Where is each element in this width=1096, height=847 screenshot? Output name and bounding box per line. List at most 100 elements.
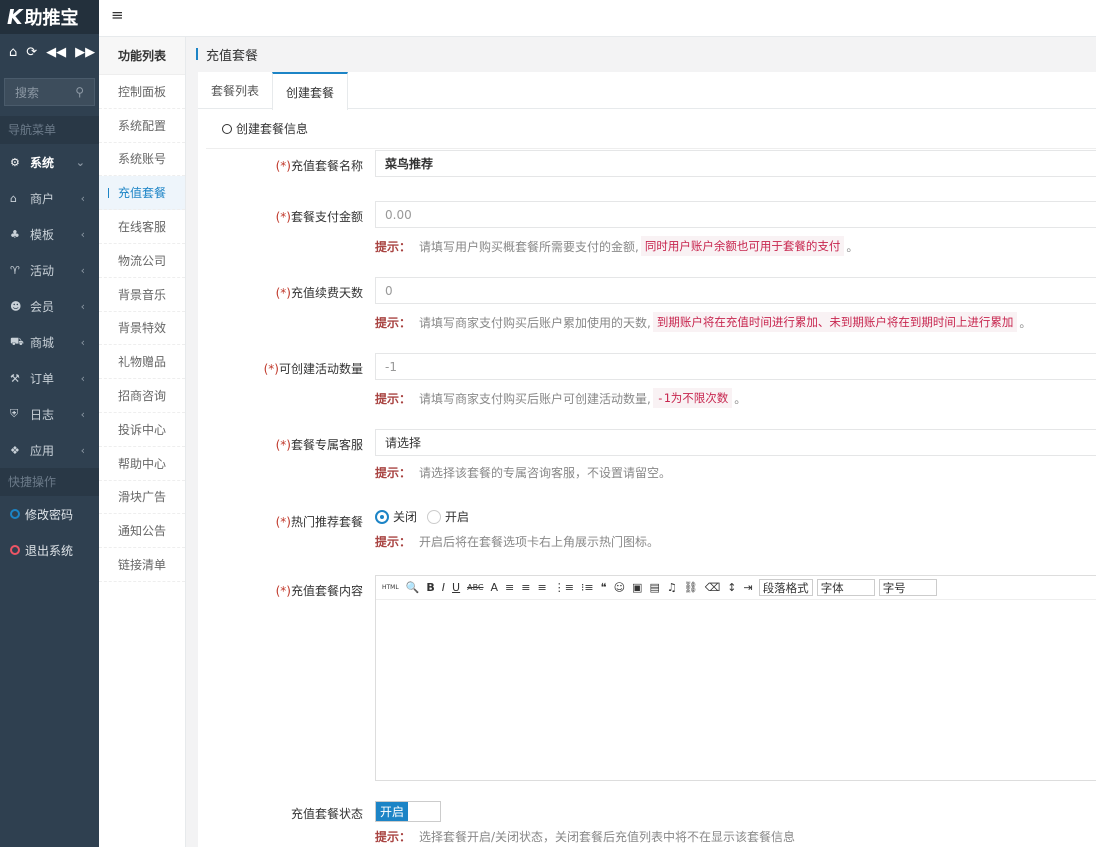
indent-icon[interactable]: ⇥ xyxy=(741,581,754,594)
refresh-icon[interactable]: ⟳ xyxy=(26,45,37,60)
align-right-icon[interactable]: ≡ xyxy=(535,581,548,594)
forward-icon[interactable]: ▶▶ xyxy=(75,45,95,60)
section-title: 创建套餐信息 xyxy=(236,122,309,136)
backward-icon[interactable]: ◀◀ xyxy=(46,45,66,60)
function-item-10[interactable]: 投诉中心 xyxy=(99,413,185,447)
cubes-icon: ❖ xyxy=(10,443,20,457)
hot-hint: 提示： 开启后将在套餐选项卡右上角展示热门图标。 xyxy=(375,535,660,549)
days-hint: 提示： 请填写商家支付购买后账户累加使用的天数, 到期账户将在充值时间进行累加、未到… xyxy=(375,312,1031,332)
rich-text-editor[interactable]: HTML 🔍 B I U ABC A ≡ ≡ ≡ ⋮≡ ⁝≡ ❝ ☺ ▣ ▤ ♫… xyxy=(375,575,1096,781)
logo-mark: K xyxy=(7,5,23,29)
sidebar-item-2[interactable]: ♣ 模板 ‹ xyxy=(0,216,99,252)
trophy-icon: ♈ xyxy=(10,263,20,277)
function-item-7[interactable]: 背景特效 xyxy=(99,312,185,346)
section-heading: 创建套餐信息 xyxy=(206,109,1096,149)
hot-on-radio[interactable]: 开启 xyxy=(427,508,469,525)
sidebar-item-1[interactable]: ⌂ 商户 ‹ xyxy=(0,180,99,216)
activities-input[interactable]: -1 xyxy=(375,353,1096,380)
paragraph-format-select[interactable]: 段落格式 xyxy=(758,579,813,596)
home-icon[interactable]: ⌂ xyxy=(9,45,17,60)
sidebar-item-label: 订单 xyxy=(30,371,55,386)
function-item-12[interactable]: 滑块广告 xyxy=(99,481,185,515)
image-icon[interactable]: ▣ xyxy=(630,581,644,594)
search-placeholder: 搜索 xyxy=(15,85,40,100)
function-item-3[interactable]: 充值套餐 xyxy=(99,176,185,211)
name-label: (*)充值套餐名称 xyxy=(275,159,363,173)
quick-item-1[interactable]: 退出系统 xyxy=(0,532,99,568)
radio-checked-icon xyxy=(375,509,389,524)
function-item-8[interactable]: 礼物赠品 xyxy=(99,345,185,380)
strike-button[interactable]: ABC xyxy=(465,583,485,592)
emoji-icon[interactable]: ☺ xyxy=(612,581,627,594)
sidebar-item-label: 模板 xyxy=(30,227,55,242)
cart-icon: ⛟ xyxy=(10,334,24,348)
chevron-left-icon: ‹ xyxy=(80,263,85,277)
top-header: ≡ xyxy=(99,0,1096,37)
chevron-left-icon: ‹ xyxy=(80,299,85,313)
function-item-5[interactable]: 物流公司 xyxy=(99,244,185,278)
tab-package-list[interactable]: 套餐列表 xyxy=(198,72,272,109)
function-item-6[interactable]: 背景音乐 xyxy=(99,278,185,312)
sidebar-item-label: 日志 xyxy=(30,407,55,422)
search-input[interactable]: 搜索 ⚲ xyxy=(4,78,95,106)
service-select[interactable]: 请选择 xyxy=(375,429,1096,456)
tab-create-package[interactable]: 创建套餐 xyxy=(272,72,349,110)
gavel-icon: ⚒ xyxy=(10,371,20,385)
circle-icon xyxy=(10,509,20,519)
status-label: 充值套餐状态 xyxy=(290,807,363,821)
eraser-icon[interactable]: ⌫ xyxy=(703,581,723,594)
italic-button[interactable]: I xyxy=(440,581,447,594)
function-item-0[interactable]: 控制面板 xyxy=(99,75,185,109)
price-input[interactable]: 0.00 xyxy=(375,201,1096,228)
quote-icon[interactable]: ❝ xyxy=(599,581,609,594)
tab-bar: 套餐列表 创建套餐 xyxy=(198,72,1096,110)
status-toggle[interactable]: 开启 xyxy=(375,801,441,822)
sidebar-item-7[interactable]: ⛨ 日志 ‹ xyxy=(0,396,99,432)
font-family-select[interactable]: 字体 xyxy=(816,579,875,596)
html-source-button[interactable]: HTML xyxy=(380,584,401,591)
function-item-4[interactable]: 在线客服 xyxy=(99,210,185,244)
link-icon[interactable]: ⛓ xyxy=(682,581,700,594)
function-item-14[interactable]: 链接清单 xyxy=(99,548,185,582)
sidebar-item-5[interactable]: ⛟ 商城 ‹ xyxy=(0,324,99,360)
content-label: (*)充值套餐内容 xyxy=(275,584,363,598)
ordered-list-icon[interactable]: ⋮≡ xyxy=(552,581,576,594)
sidebar-item-0[interactable]: ⚙ 系统 ⌄ xyxy=(0,144,99,180)
hot-off-radio[interactable]: 关闭 xyxy=(375,508,417,525)
sidebar-item-8[interactable]: ❖ 应用 ‹ xyxy=(0,432,99,468)
font-color-button[interactable]: A xyxy=(489,581,501,594)
chevron-left-icon: ‹ xyxy=(80,191,85,205)
sidebar: K 助推宝 ⌂ ⟳ ◀◀ ▶▶ 搜索 ⚲ 导航菜单 ⚙ 系统 ⌄ ⌂ 商户 ‹ ♣ 模板 ‹ ♈ 活… xyxy=(0,0,99,847)
days-input[interactable]: 0 xyxy=(375,277,1096,304)
sidebar-item-4[interactable]: ☻ 会员 ‹ xyxy=(0,288,99,324)
quick-item-label: 修改密码 xyxy=(25,507,74,522)
function-item-11[interactable]: 帮助中心 xyxy=(99,447,185,481)
function-item-1[interactable]: 系统配置 xyxy=(99,109,185,143)
underline-button[interactable]: U xyxy=(450,581,462,594)
menu-toggle-icon[interactable]: ≡ xyxy=(111,6,124,24)
brand-logo[interactable]: K 助推宝 xyxy=(0,0,99,34)
quick-item-label: 退出系统 xyxy=(25,543,74,558)
sidebar-item-3[interactable]: ♈ 活动 ‹ xyxy=(0,252,99,288)
package-name-input[interactable]: 菜鸟推荐 xyxy=(375,150,1096,177)
function-item-9[interactable]: 招商咨询 xyxy=(99,379,185,413)
price-label: (*)套餐支付金额 xyxy=(275,210,363,224)
align-left-icon[interactable]: ≡ xyxy=(503,581,516,594)
unordered-list-icon[interactable]: ⁝≡ xyxy=(579,581,596,594)
music-icon[interactable]: ♫ xyxy=(665,581,679,594)
hot-label: (*)热门推荐套餐 xyxy=(275,515,363,529)
font-size-select[interactable]: 字号 xyxy=(878,579,937,596)
bold-button[interactable]: B xyxy=(424,581,436,594)
align-center-icon[interactable]: ≡ xyxy=(519,581,532,594)
sitemap-icon: ♣ xyxy=(10,227,20,241)
preview-icon[interactable]: 🔍 xyxy=(404,581,422,594)
function-item-13[interactable]: 通知公告 xyxy=(99,514,185,549)
search-icon[interactable]: ⚲ xyxy=(75,85,84,99)
quick-item-0[interactable]: 修改密码 xyxy=(0,496,99,532)
video-icon[interactable]: ▤ xyxy=(647,581,661,594)
sidebar-item-label: 应用 xyxy=(30,443,55,458)
sidebar-toolbar: ⌂ ⟳ ◀◀ ▶▶ xyxy=(0,34,99,70)
function-item-2[interactable]: 系统账号 xyxy=(99,143,185,177)
sidebar-item-6[interactable]: ⚒ 订单 ‹ xyxy=(0,360,99,396)
line-height-icon[interactable]: ↕ xyxy=(725,581,738,594)
